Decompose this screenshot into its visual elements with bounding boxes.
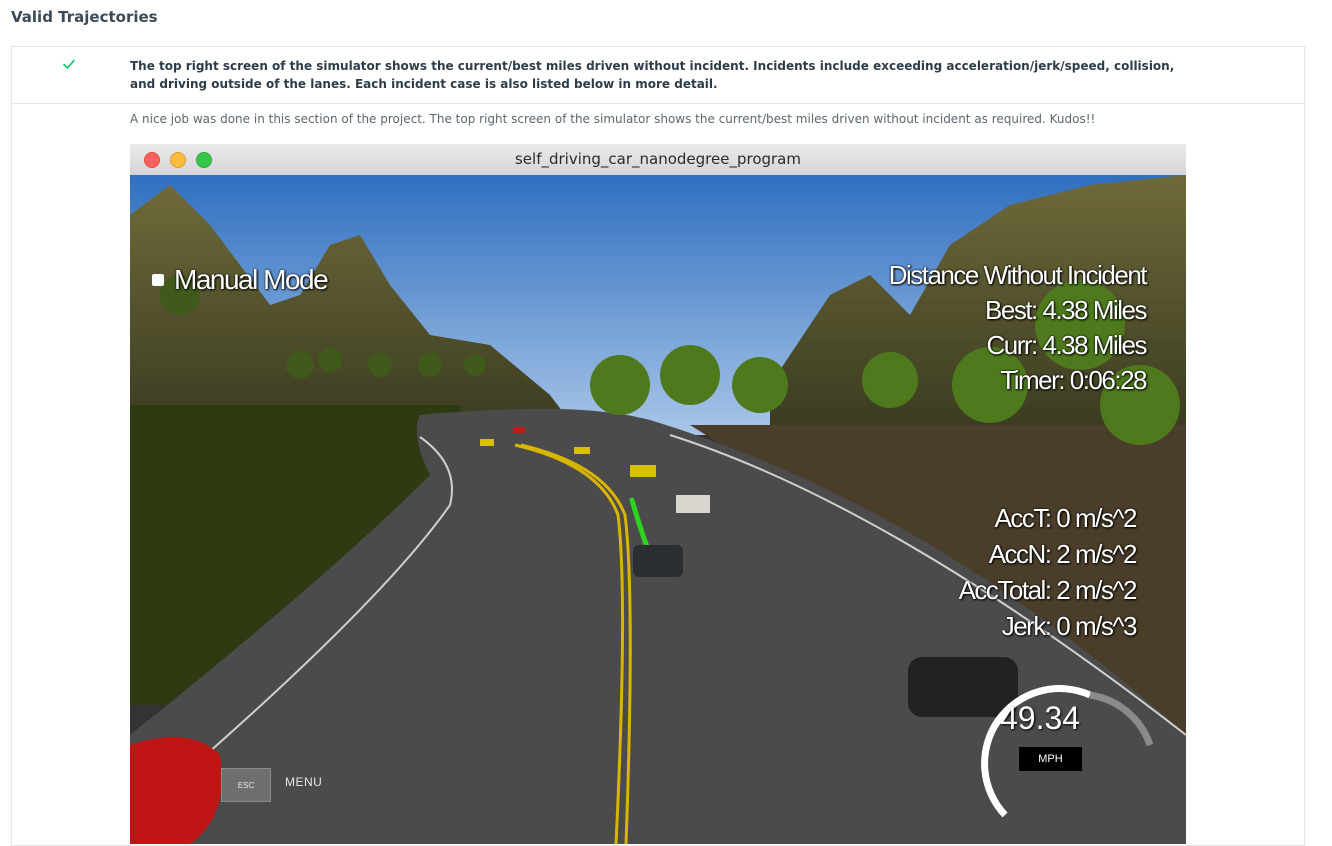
distance-heading: Distance Without Incident: [888, 260, 1148, 290]
window-title: self_driving_car_nanodegree_program: [514, 150, 801, 168]
speed-unit: MPH: [1019, 747, 1082, 771]
manual-mode-label: Manual Mode: [174, 264, 329, 295]
acc-total: AccTotal: 2 m/s^2: [958, 575, 1138, 605]
reviewer-comment: A nice job was done in this section of t…: [130, 112, 1096, 126]
menu-label[interactable]: MENU: [285, 775, 322, 789]
timer: Timer: 0:06:28: [1000, 365, 1147, 395]
jerk: Jerk: 0 m/s^3: [1001, 611, 1138, 641]
speed-value: 49.34: [1000, 700, 1081, 736]
section-title: Valid Trajectories: [11, 8, 158, 26]
criterion-text: The top right screen of the simulator sh…: [130, 59, 1175, 91]
distance-panel: Distance Without Incident Best: 4.38 Mil…: [888, 258, 1148, 398]
acc-normal: AccN: 2 m/s^2: [988, 539, 1138, 569]
manual-mode-toggle[interactable]: Manual Mode: [152, 264, 329, 296]
acc-tangential: AccT: 0 m/s^2: [994, 503, 1137, 533]
criterion-row: The top right screen of the simulator sh…: [12, 47, 1304, 104]
esc-button[interactable]: ESC: [221, 768, 271, 802]
best-distance: Best: 4.38 Miles: [985, 295, 1147, 325]
manual-mode-checkbox-icon[interactable]: [152, 274, 164, 286]
current-distance: Curr: 4.38 Miles: [986, 330, 1148, 360]
simulator-screenshot: self_driving_car_nanodegree_program Manu…: [130, 144, 1186, 844]
checkmark-icon: [63, 59, 75, 69]
window-titlebar: self_driving_car_nanodegree_program: [130, 144, 1186, 176]
acceleration-panel: AccT: 0 m/s^2 AccN: 2 m/s^2 AccTotal: 2 …: [958, 500, 1138, 644]
